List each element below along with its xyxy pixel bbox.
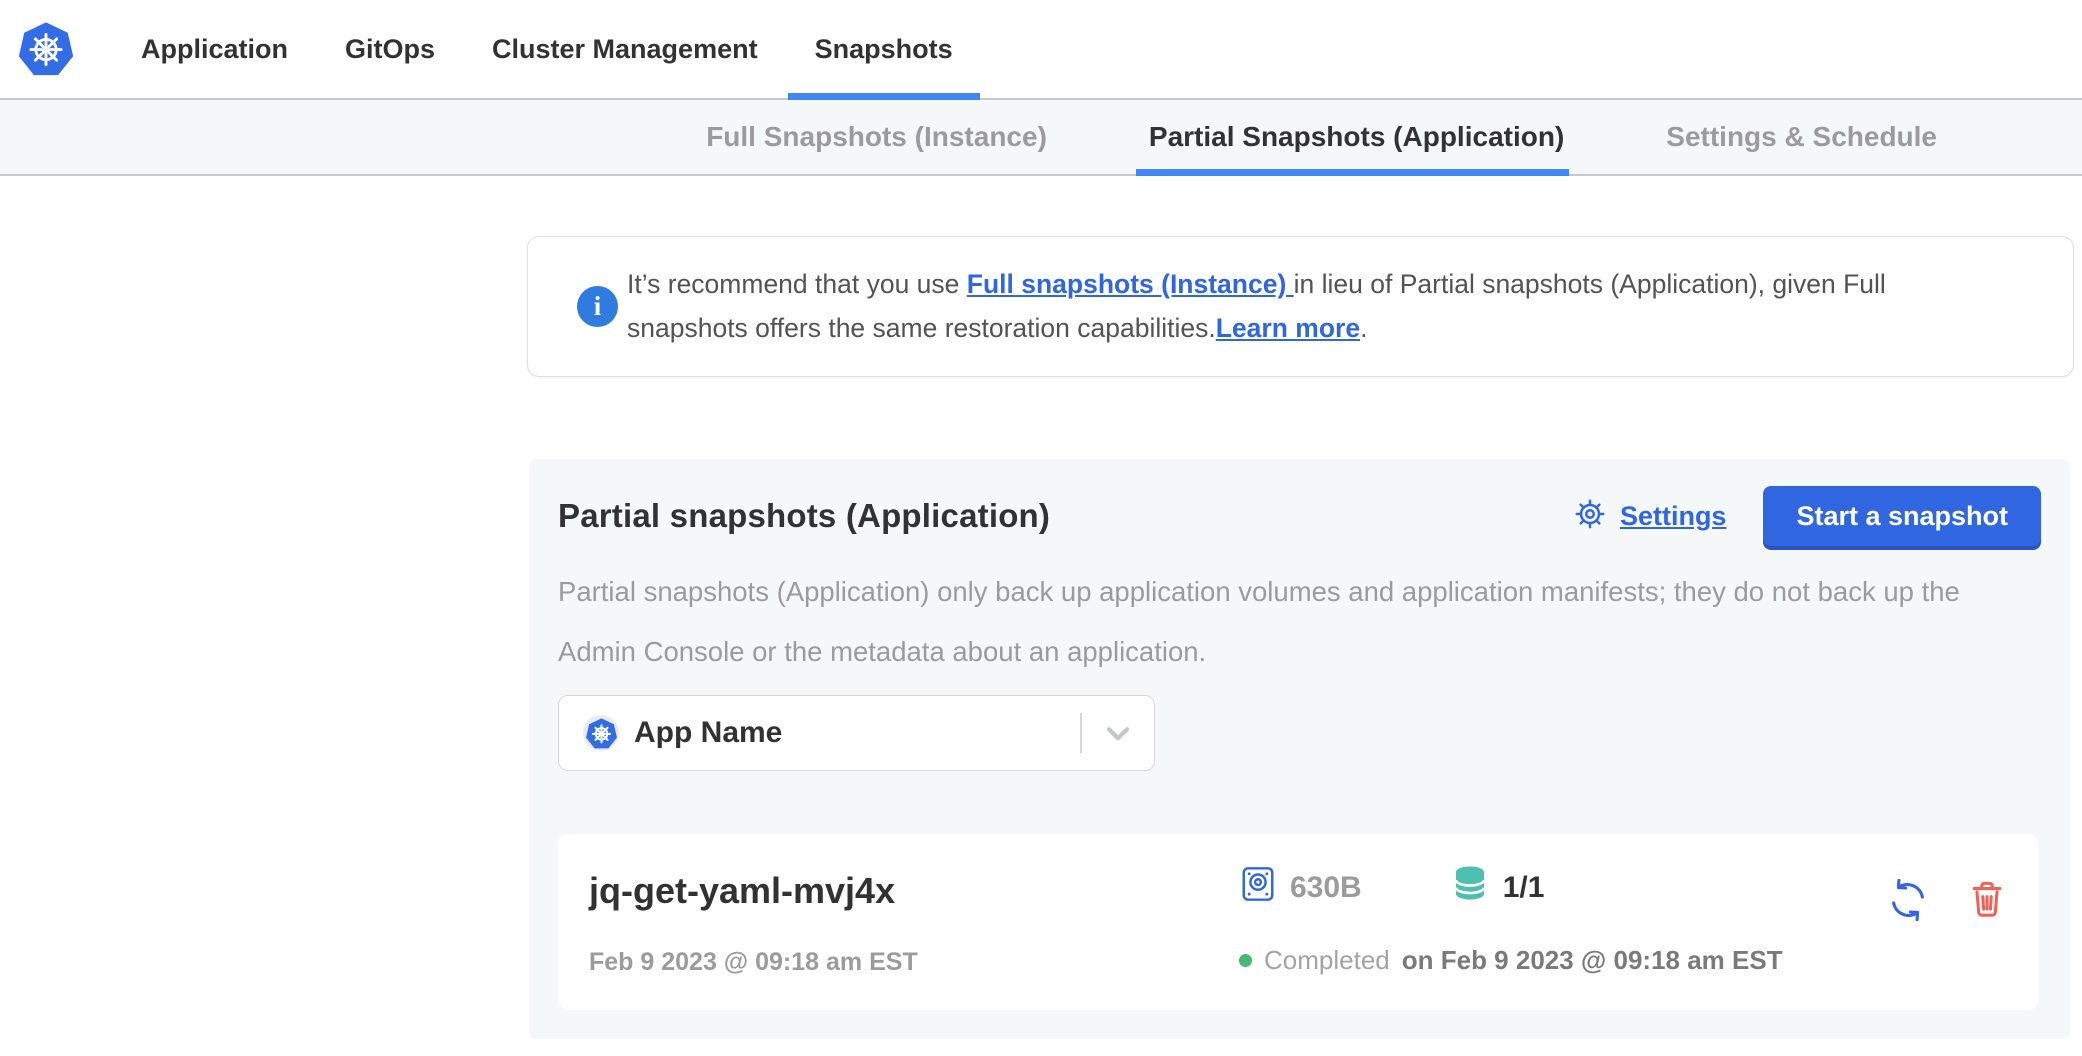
app-name-dropdown[interactable]: App Name (558, 695, 1155, 771)
snapshot-started-at: Feb 9 2023 @ 09:18 am EST (589, 947, 1239, 977)
restore-snapshot-icon[interactable] (1885, 877, 1931, 923)
nav-item-label: Cluster Management (492, 34, 758, 65)
app-kubernetes-icon (583, 715, 619, 751)
snapshot-settings[interactable]: Settings (1573, 497, 1727, 536)
database-icon (1450, 864, 1490, 912)
tab-label: Full Snapshots (Instance) (706, 121, 1047, 153)
snapshot-size-stat: 630B (1239, 865, 1362, 911)
learn-more-link[interactable]: Learn more (1216, 313, 1360, 343)
disk-icon (1239, 865, 1277, 911)
banner-text-before: It’s recommend that you use (627, 269, 967, 299)
dropdown-right (1080, 696, 1154, 770)
top-nav: Application GitOps Cluster Management Sn… (0, 0, 2082, 100)
panel-header: Partial snapshots (Application) (558, 486, 2041, 546)
nav-item-label: GitOps (345, 34, 435, 65)
full-snapshots-instance-link[interactable]: Full snapshots (Instance) (967, 269, 1294, 299)
snapshot-info: jq-get-yaml-mvj4x Feb 9 2023 @ 09:18 am … (589, 869, 1239, 977)
kubernetes-logo-icon (17, 19, 75, 79)
snapshot-stats: 630B (1239, 869, 1885, 907)
tab-settings-schedule[interactable]: Settings & Schedule (1666, 100, 1937, 174)
delete-snapshot-icon[interactable] (1966, 879, 2008, 921)
gear-icon (1573, 497, 1607, 536)
info-icon-glyph: i (594, 291, 602, 322)
banner-text: It’s recommend that you use Full snapsho… (627, 262, 1927, 350)
selected-app-name: App Name (634, 716, 782, 750)
tab-label: Partial Snapshots (Application) (1149, 121, 1564, 153)
nav-item-gitops[interactable]: GitOps (345, 0, 435, 98)
snapshot-volumes-stat: 1/1 (1450, 864, 1545, 912)
info-icon: i (577, 286, 618, 327)
panel-header-actions: Settings Start a snapshot (1573, 486, 2041, 546)
partial-snapshots-panel: Partial snapshots (Application) (529, 459, 2070, 1039)
tab-label: Settings & Schedule (1666, 121, 1937, 153)
banner-text-after: . (1360, 313, 1367, 343)
snapshot-name[interactable]: jq-get-yaml-mvj4x (589, 869, 1239, 913)
snapshot-status: Completed on Feb 9 2023 @ 09:18 am EST (1239, 945, 1885, 975)
nav-item-snapshots[interactable]: Snapshots (815, 0, 953, 98)
snapshot-row[interactable]: jq-get-yaml-mvj4x Feb 9 2023 @ 09:18 am … (558, 834, 2038, 1010)
tab-full-snapshots-instance[interactable]: Full Snapshots (Instance) (706, 100, 1047, 174)
snapshot-details: 630B (1239, 869, 1885, 975)
nav-item-cluster-management[interactable]: Cluster Management (492, 0, 758, 98)
status-dot-icon (1239, 954, 1252, 967)
active-tab-underline (1136, 169, 1569, 176)
content-area: i It’s recommend that you use Full snaps… (0, 236, 2082, 1039)
snapshot-volume-count: 1/1 (1503, 871, 1545, 905)
panel-title: Partial snapshots (Application) (558, 497, 1050, 535)
active-nav-underline (788, 93, 980, 100)
panel-description: Partial snapshots (Application) only bac… (558, 562, 2036, 682)
tab-partial-snapshots-application[interactable]: Partial Snapshots (Application) (1149, 100, 1564, 174)
start-snapshot-button[interactable]: Start a snapshot (1763, 486, 2041, 546)
nav-item-application[interactable]: Application (141, 0, 288, 98)
chevron-down-icon (1082, 715, 1154, 751)
status-label: Completed (1264, 945, 1390, 975)
settings-link[interactable]: Settings (1620, 501, 1727, 532)
nav-item-label: Snapshots (815, 34, 953, 65)
snapshot-actions (1885, 877, 2008, 923)
snapshots-subnav: Full Snapshots (Instance) Partial Snapsh… (0, 100, 2082, 176)
info-banner: i It’s recommend that you use Full snaps… (527, 236, 2074, 377)
status-finished-at: on Feb 9 2023 @ 09:18 am EST (1402, 945, 1783, 975)
nav-item-label: Application (141, 34, 288, 65)
snapshot-size: 630B (1290, 871, 1362, 905)
main-nav: Application GitOps Cluster Management Sn… (141, 0, 953, 98)
